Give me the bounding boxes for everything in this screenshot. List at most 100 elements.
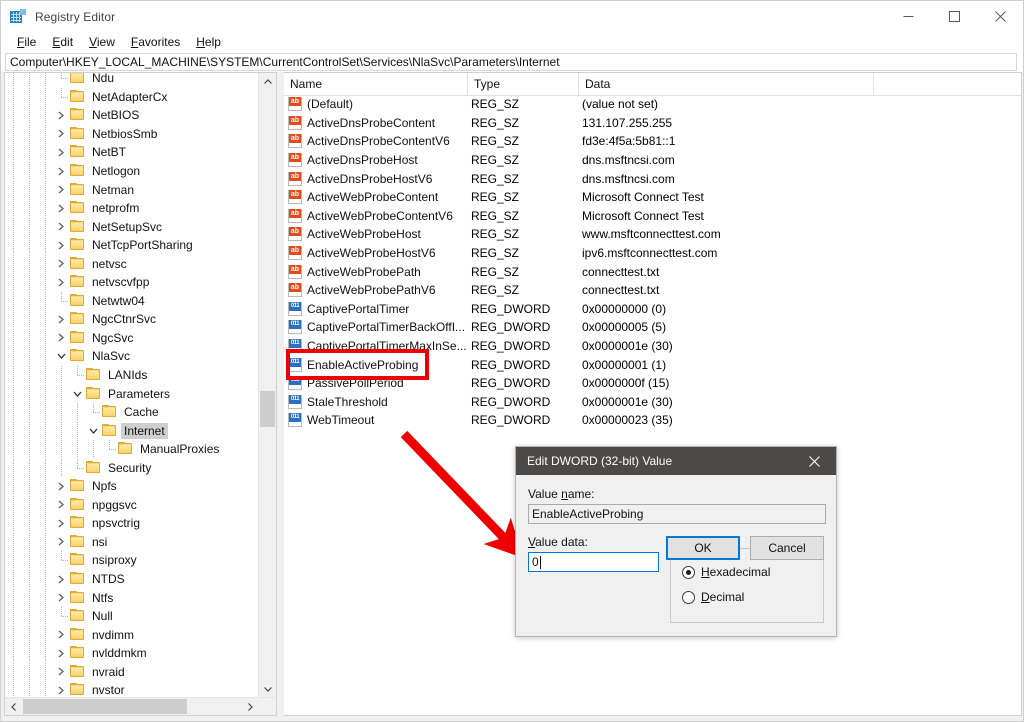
chevron-down-icon[interactable] bbox=[53, 347, 69, 365]
value-row[interactable]: ActiveDnsProbeHost REG_SZ dns.msftncsi.com bbox=[284, 151, 1021, 170]
tree-item-nettcpportsharing[interactable]: NetTcpPortSharing bbox=[5, 236, 258, 255]
menu-item-view[interactable]: View bbox=[81, 33, 123, 51]
tree-item-netlogon[interactable]: Netlogon bbox=[5, 162, 258, 181]
chevron-right-icon[interactable] bbox=[53, 218, 69, 236]
value-row[interactable]: ActiveWebProbePathV6 REG_SZ connecttest.tx… bbox=[284, 281, 1021, 300]
radio-decimal[interactable]: Decimal bbox=[682, 590, 744, 604]
value-row[interactable]: WebTimeout REG_DWORD 0x00000023 (35) bbox=[284, 411, 1021, 430]
tree-item-netbt[interactable]: NetBT bbox=[5, 143, 258, 162]
tree-item-lanids[interactable]: LANIds bbox=[5, 366, 258, 385]
tree-item-security[interactable]: Security bbox=[5, 458, 258, 477]
tree-item-nvlddmkm[interactable]: nvlddmkm bbox=[5, 644, 258, 663]
tree-item-npfs[interactable]: Npfs bbox=[5, 477, 258, 496]
tree-item-npsvctrig[interactable]: npsvctrig bbox=[5, 514, 258, 533]
value-row[interactable]: CaptivePortalTimerMaxInSe... REG_DWORD 0x0… bbox=[284, 337, 1021, 356]
tree-item-netvsc[interactable]: netvsc bbox=[5, 254, 258, 273]
scroll-left-icon[interactable] bbox=[5, 698, 22, 715]
tree-item-ntds[interactable]: NTDS bbox=[5, 570, 258, 589]
chevron-right-icon[interactable] bbox=[53, 181, 69, 199]
chevron-right-icon[interactable] bbox=[53, 496, 69, 514]
chevron-right-icon[interactable] bbox=[53, 125, 69, 143]
chevron-right-icon[interactable] bbox=[53, 626, 69, 644]
chevron-right-icon[interactable] bbox=[53, 329, 69, 347]
tree-scroll-thumb[interactable] bbox=[260, 391, 275, 427]
tree-item-nsi[interactable]: nsi bbox=[5, 532, 258, 552]
tree-item-netsetupsvc[interactable]: NetSetupSvc bbox=[5, 217, 258, 236]
chevron-right-icon[interactable] bbox=[53, 236, 69, 254]
tree-item-npggsvc[interactable]: npggsvc bbox=[5, 495, 258, 515]
chevron-right-icon[interactable] bbox=[53, 477, 69, 495]
minimize-icon[interactable] bbox=[885, 1, 931, 32]
close-icon[interactable] bbox=[977, 1, 1023, 32]
chevron-right-icon[interactable] bbox=[53, 106, 69, 124]
tree-item-ngcctnrsvc[interactable]: NgcCtnrSvc bbox=[5, 310, 258, 329]
tree-item-ngcsvc[interactable]: NgcSvc bbox=[5, 328, 258, 348]
tree-item-parameters[interactable]: Parameters bbox=[5, 384, 258, 403]
chevron-down-icon[interactable] bbox=[69, 385, 85, 403]
value-row[interactable]: CaptivePortalTimerBackOffI... REG_DWORD 0x… bbox=[284, 318, 1021, 337]
chevron-right-icon[interactable] bbox=[53, 589, 69, 607]
chevron-right-icon[interactable] bbox=[53, 663, 69, 681]
maximize-icon[interactable] bbox=[931, 1, 977, 32]
tree-item-nvstor[interactable]: nvstor bbox=[5, 681, 258, 698]
tree-item-internet[interactable]: Internet bbox=[5, 421, 258, 440]
value-row[interactable]: ActiveDnsProbeContent REG_SZ 131.107.255.2… bbox=[284, 114, 1021, 133]
value-data-input[interactable]: 0 bbox=[528, 552, 659, 572]
value-row[interactable]: ActiveWebProbePath REG_SZ connecttest.txt bbox=[284, 262, 1021, 281]
tree-item-ntfs[interactable]: Ntfs bbox=[5, 588, 258, 607]
tree-item-netwtw04[interactable]: Netwtw04 bbox=[5, 291, 258, 311]
chevron-right-icon[interactable] bbox=[53, 644, 69, 662]
value-row[interactable]: PassivePollPeriod REG_DWORD 0x0000000f (15… bbox=[284, 374, 1021, 393]
chevron-right-icon[interactable] bbox=[53, 143, 69, 161]
tree-item-netprofm[interactable]: netprofm bbox=[5, 199, 258, 218]
chevron-right-icon[interactable] bbox=[53, 199, 69, 217]
value-row[interactable]: ActiveWebProbeHost REG_SZ www.msftconnectt… bbox=[284, 225, 1021, 244]
menu-item-file[interactable]: File bbox=[9, 33, 44, 51]
tree-item-netadaptercx[interactable]: NetAdapterCx bbox=[5, 87, 258, 107]
chevron-right-icon[interactable] bbox=[53, 514, 69, 532]
column-header-name[interactable]: Name bbox=[284, 73, 468, 95]
chevron-right-icon[interactable] bbox=[53, 533, 69, 551]
tree-item-ndu[interactable]: Ndu bbox=[5, 73, 258, 88]
scroll-up-icon[interactable] bbox=[259, 73, 276, 90]
chevron-right-icon[interactable] bbox=[53, 681, 69, 698]
radio-hexadecimal[interactable]: Hexadecimal bbox=[682, 565, 770, 579]
value-row[interactable]: (Default) REG_SZ (value not set) bbox=[284, 95, 1021, 114]
tree-vertical-scrollbar[interactable] bbox=[258, 73, 276, 698]
value-row[interactable]: ActiveDnsProbeHostV6 REG_SZ dns.msftncsi.c… bbox=[284, 169, 1021, 188]
menu-item-help[interactable]: Help bbox=[188, 33, 229, 51]
tree-item-nlasvc[interactable]: NlaSvc bbox=[5, 347, 258, 366]
tree-item-nsiproxy[interactable]: nsiproxy bbox=[5, 551, 258, 570]
value-name-input[interactable]: EnableActiveProbing bbox=[528, 504, 826, 524]
ok-button[interactable]: OK bbox=[666, 536, 740, 560]
menu-item-edit[interactable]: Edit bbox=[44, 33, 81, 51]
value-row[interactable]: StaleThreshold REG_DWORD 0x0000001e (30) bbox=[284, 393, 1021, 412]
chevron-right-icon[interactable] bbox=[53, 310, 69, 328]
chevron-right-icon[interactable] bbox=[53, 570, 69, 588]
tree-horizontal-scrollbar[interactable] bbox=[5, 697, 276, 715]
value-row[interactable]: EnableActiveProbing REG_DWORD 0x00000001 (… bbox=[284, 355, 1021, 374]
tree-item-nvraid[interactable]: nvraid bbox=[5, 662, 258, 682]
chevron-right-icon[interactable] bbox=[53, 162, 69, 180]
scroll-right-icon[interactable] bbox=[242, 698, 259, 715]
value-row[interactable]: CaptivePortalTimer REG_DWORD 0x00000000 (0… bbox=[284, 300, 1021, 319]
tree-item-netvscvfpp[interactable]: netvscvfpp bbox=[5, 273, 258, 292]
chevron-right-icon[interactable] bbox=[53, 255, 69, 273]
tree-item-netbios[interactable]: NetBIOS bbox=[5, 106, 258, 125]
value-row[interactable]: ActiveDnsProbeContentV6 REG_SZ fd3e:4f5a:5… bbox=[284, 132, 1021, 151]
tree-hscroll-thumb[interactable] bbox=[23, 699, 187, 714]
tree-item-nvdimm[interactable]: nvdimm bbox=[5, 625, 258, 644]
address-bar[interactable]: Computer\HKEY_LOCAL_MACHINE\SYSTEM\Curre… bbox=[5, 53, 1017, 71]
value-row[interactable]: ActiveWebProbeContentV6 REG_SZ Microsoft C… bbox=[284, 207, 1021, 226]
chevron-down-icon[interactable] bbox=[85, 422, 101, 440]
column-header-data[interactable]: Data bbox=[579, 73, 874, 95]
tree-item-manualproxies[interactable]: ManualProxies bbox=[5, 440, 258, 459]
dialog-close-icon[interactable] bbox=[792, 447, 836, 475]
value-row[interactable]: ActiveWebProbeHostV6 REG_SZ ipv6.msftconne… bbox=[284, 244, 1021, 263]
tree-item-netman[interactable]: Netman bbox=[5, 180, 258, 199]
chevron-right-icon[interactable] bbox=[53, 273, 69, 291]
scroll-down-icon[interactable] bbox=[259, 681, 276, 698]
column-header-type[interactable]: Type bbox=[468, 73, 579, 95]
value-row[interactable]: ActiveWebProbeContent REG_SZ Microsoft Con… bbox=[284, 188, 1021, 207]
menu-item-favorites[interactable]: Favorites bbox=[123, 33, 188, 51]
